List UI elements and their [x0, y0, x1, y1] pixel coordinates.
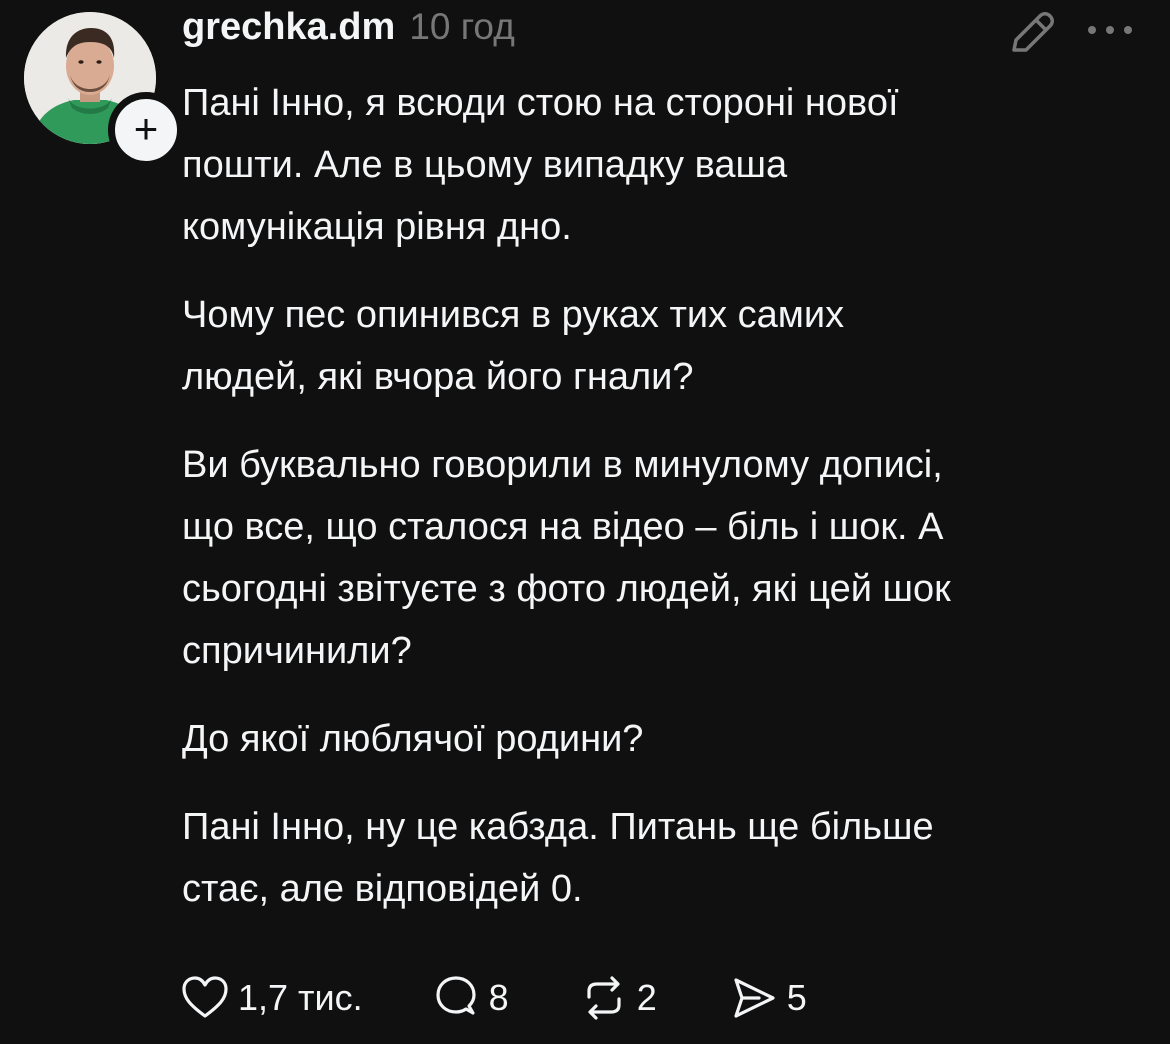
follow-button[interactable]: + — [108, 92, 184, 168]
like-button[interactable]: 1,7 тис. — [180, 973, 363, 1023]
author-avatar-container[interactable]: + — [24, 12, 184, 168]
post-paragraph: Ви буквально говорили в минулому дописі,… — [182, 444, 951, 672]
more-options-button[interactable] — [1082, 10, 1138, 50]
post-paragraph: Чому пес опинився в руках тих самих люде… — [182, 294, 845, 398]
edit-button[interactable] — [1004, 4, 1060, 60]
pencil-icon — [1012, 12, 1054, 52]
post-paragraph: Пані Інно, ну це кабзда. Питань ще більш… — [182, 806, 934, 910]
ellipsis-icon — [1088, 26, 1132, 34]
post-actions-bar: 1,7 тис. 8 2 5 — [180, 970, 807, 1026]
post-paragraph: Пані Інно, я всюди стою на стороні нової… — [182, 82, 899, 248]
post-header: grechka.dm 10 год — [182, 6, 515, 56]
send-icon — [734, 978, 775, 1018]
post-body: Пані Інно, я всюди стою на стороні нової… — [182, 72, 1150, 946]
post-timestamp[interactable]: 10 год — [409, 6, 514, 48]
comment-button[interactable]: 8 — [431, 973, 509, 1023]
thread-post: + grechka.dm 10 год Пані Інно, я всюди с… — [0, 0, 1170, 1044]
share-count: 5 — [786, 977, 807, 1018]
heart-icon — [182, 976, 228, 1018]
repost-count: 2 — [636, 977, 657, 1018]
repost-icon — [587, 976, 621, 1020]
post-paragraph: До якої люблячої родини? — [182, 718, 644, 760]
author-username[interactable]: grechka.dm — [182, 6, 395, 49]
share-button[interactable]: 5 — [729, 973, 807, 1023]
like-count: 1,7 тис. — [238, 977, 363, 1018]
repost-button[interactable]: 2 — [579, 973, 657, 1023]
comment-count: 8 — [488, 977, 509, 1018]
comment-icon — [436, 976, 476, 1015]
